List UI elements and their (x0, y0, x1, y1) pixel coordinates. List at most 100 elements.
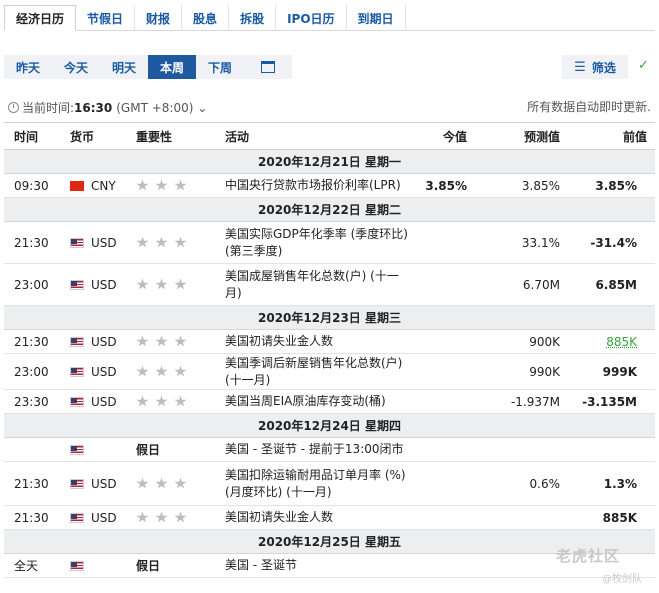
event-time: 23:00 (14, 364, 49, 379)
day-tab-3[interactable]: 本周 (148, 55, 196, 79)
star-icon (155, 365, 168, 377)
top-tab-6[interactable]: 到期日 (347, 5, 406, 31)
star-icon (174, 477, 187, 489)
event-time: 21:30 (14, 235, 49, 250)
star-icon (136, 395, 149, 407)
top-tab-5[interactable]: IPO日历 (276, 5, 347, 31)
usa-flag-icon (70, 512, 84, 523)
table-header: 时间 货币 重要性 活动 今值 预测值 前值 (4, 122, 655, 150)
event-activity[interactable]: 美国扣除运输耐用品订单月率 (%) (月度环比) (十一月) (225, 467, 417, 501)
importance-stars (136, 395, 225, 408)
event-time: 全天 (14, 559, 39, 573)
usa-flag-icon (70, 444, 84, 455)
star-icon (174, 278, 187, 290)
event-importance: 假日 (136, 441, 225, 458)
header-importance: 重要性 (136, 129, 173, 144)
day-tab-1[interactable]: 今天 (52, 55, 100, 79)
event-previous: 1.3% (603, 476, 637, 491)
event-currency: USD (70, 477, 136, 491)
star-icon (136, 278, 149, 290)
timezone-select[interactable]: (GMT +8:00) ⌄ (116, 101, 207, 115)
date-row: 2020年12月22日 星期二 (4, 198, 655, 222)
top-tab-4[interactable]: 拆股 (229, 5, 277, 31)
event-activity[interactable]: 美国当周EIA原油库存变动(桶) (225, 393, 417, 410)
event-importance (136, 365, 225, 378)
event-time: 23:30 (14, 394, 49, 409)
event-activity[interactable]: 美国 - 圣诞节 (225, 557, 417, 574)
top-tab-3[interactable]: 股息 (182, 5, 230, 31)
usa-flag-icon (70, 366, 84, 377)
event-row[interactable]: 23:00 USD 美国季调后新屋销售年化总数(户) (十一月) 990K 99… (4, 354, 655, 390)
current-time: 当前时间: 16:30 (GMT +8:00) ⌄ (8, 99, 207, 116)
filter-button[interactable]: ☰ 筛选 (562, 55, 628, 79)
star-icon (136, 236, 149, 248)
event-activity[interactable]: 中国央行贷款市场报价利率(LPR) (225, 177, 417, 194)
event-row[interactable]: 23:00 USD 美国成屋销售年化总数(户) (十一月) 6.70M 6.85… (4, 264, 655, 306)
header-forecast: 预测值 (523, 129, 560, 144)
event-row[interactable]: 23:30 USD 美国当周EIA原油库存变动(桶) -1.937M -3.13… (4, 390, 655, 414)
event-time: 21:30 (14, 334, 49, 349)
top-tab-0[interactable]: 经济日历 (4, 5, 77, 31)
watermark-author: @牧剑队 (602, 574, 642, 585)
top-tab-2[interactable]: 财报 (135, 5, 183, 31)
usa-flag-icon (70, 336, 84, 347)
event-importance (136, 278, 225, 291)
top-tab-1[interactable]: 节假日 (76, 5, 136, 31)
day-tab-0[interactable]: 昨天 (4, 55, 52, 79)
star-icon (155, 179, 168, 191)
event-row[interactable]: 21:30 USD 美国初请失业金人数 900K 885K (4, 330, 655, 354)
event-row[interactable]: 假日 美国 - 圣诞节 - 提前于13:00闭市 (4, 438, 655, 462)
event-currency: USD (70, 278, 136, 292)
event-importance (136, 236, 225, 249)
star-icon (136, 179, 149, 191)
check-icon[interactable]: ✓ (638, 58, 649, 73)
event-importance (136, 179, 225, 192)
header-time: 时间 (14, 129, 39, 144)
event-importance (136, 511, 225, 524)
star-icon (136, 365, 149, 377)
event-currency: USD (70, 395, 136, 409)
event-forecast: 3.85% (521, 178, 560, 193)
event-row[interactable]: 21:30 USD 美国扣除运输耐用品订单月率 (%) (月度环比) (十一月)… (4, 462, 655, 506)
event-currency: USD (70, 511, 136, 525)
event-actual: 3.85% (425, 178, 467, 193)
star-icon (155, 278, 168, 290)
usa-flag-icon (70, 237, 84, 248)
day-tab-4[interactable]: 下周 (196, 55, 244, 79)
star-icon (174, 236, 187, 248)
day-tab-2[interactable]: 明天 (100, 55, 148, 79)
event-activity[interactable]: 美国 - 圣诞节 - 提前于13:00闭市 (225, 441, 417, 458)
importance-stars (136, 335, 225, 348)
importance-stars (136, 236, 225, 249)
event-forecast: -1.937M (510, 394, 560, 409)
chevron-down-icon: ⌄ (197, 100, 208, 115)
event-activity[interactable]: 美国实际GDP年化季率 (季度环比) (第三季度) (225, 226, 417, 260)
sliders-icon: ☰ (574, 59, 586, 75)
event-currency (70, 560, 136, 571)
date-row: 2020年12月24日 星期四 (4, 414, 655, 438)
star-icon (174, 511, 187, 523)
star-icon (155, 335, 168, 347)
star-icon (155, 236, 168, 248)
event-time: 09:30 (14, 178, 49, 193)
event-forecast: 0.6% (529, 476, 561, 491)
time-label: 当前时间: (22, 101, 75, 115)
event-row[interactable]: 09:30 CNY 中国央行贷款市场报价利率(LPR) 3.85% 3.85% … (4, 174, 655, 198)
star-icon (136, 511, 149, 523)
event-activity[interactable]: 美国初请失业金人数 (225, 509, 417, 526)
event-activity[interactable]: 美国成屋销售年化总数(户) (十一月) (225, 268, 417, 302)
event-row[interactable]: 21:30 USD 美国实际GDP年化季率 (季度环比) (第三季度) 33.1… (4, 222, 655, 264)
event-row[interactable]: 21:30 USD 美国初请失业金人数 885K (4, 506, 655, 530)
importance-stars (136, 511, 225, 524)
day-tab-bar: 昨天 今天 明天 本周 下周 (4, 55, 292, 79)
event-forecast: 6.70M (522, 277, 560, 292)
star-icon (155, 511, 168, 523)
event-currency: CNY (70, 179, 136, 193)
event-activity[interactable]: 美国初请失业金人数 (225, 333, 417, 350)
event-activity[interactable]: 美国季调后新屋销售年化总数(户) (十一月) (225, 355, 417, 389)
calendar-picker-button[interactable] (244, 55, 292, 79)
usa-flag-icon (70, 279, 84, 290)
event-importance: 假日 (136, 557, 225, 574)
event-importance (136, 335, 225, 348)
star-icon (155, 395, 168, 407)
